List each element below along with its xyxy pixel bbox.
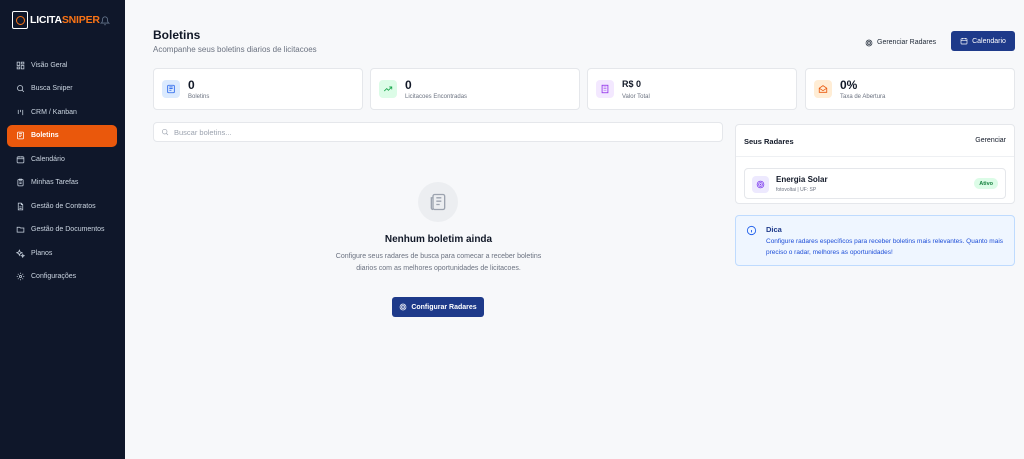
calendar-icon	[960, 38, 968, 45]
sidebar-item-label: Gestão de Documentos	[31, 226, 105, 233]
tip-title: Dica	[766, 225, 782, 234]
stat-value: R$ 0	[622, 79, 642, 89]
main-content: Boletins Acompanhe seus boletins diarios…	[125, 0, 1024, 459]
brand-logo[interactable]: LICITASNIPER	[12, 11, 100, 29]
file-icon	[17, 202, 24, 210]
search-icon	[17, 85, 25, 93]
radar-icon	[865, 39, 873, 46]
sidebar-item-visao-geral[interactable]: Visão Geral	[7, 54, 117, 76]
building-icon	[596, 80, 614, 98]
stat-label: Valor Total	[622, 94, 650, 100]
sidebar-item-boletins[interactable]: Boletins	[7, 124, 117, 147]
sidebar-nav: Visão Geral Busca Sniper CRM / Kanban Bo…	[7, 54, 117, 289]
sidebar-item-label: Planos	[31, 249, 53, 257]
configure-radars-label: Configurar Radares	[411, 303, 477, 311]
status-badge: Ativo	[974, 178, 998, 189]
sidebar-item-label: Gestão de Contratos	[31, 202, 96, 210]
sidebar-item-minhas-tarefas[interactable]: Minhas Tarefas	[7, 172, 117, 194]
sidebar-item-calendario[interactable]: Calendário	[7, 148, 117, 170]
manage-radars-label: Gerenciar Radares	[877, 39, 937, 46]
stat-label: Licitacoes Encontradas	[405, 94, 468, 100]
calendar-button[interactable]: Calendario	[951, 31, 1015, 51]
radars-panel-title: Seus Radares	[744, 137, 794, 146]
stat-value: 0	[188, 78, 195, 92]
calendar-button-label: Calendario	[972, 37, 1006, 45]
sidebar: LICITASNIPER Visão Geral Busca Sniper CR…	[0, 0, 125, 459]
radar-icon	[399, 303, 407, 311]
mail-open-icon	[814, 80, 832, 98]
stat-card-licitacoes: 0 Licitacoes Encontradas	[370, 68, 580, 110]
stat-card-valor-total: R$ 0 Valor Total	[587, 68, 797, 110]
sidebar-item-label: Boletins	[31, 132, 59, 139]
sparkles-icon	[16, 248, 25, 258]
sidebar-item-gestao-contratos[interactable]: Gestão de Contratos	[7, 195, 117, 217]
sidebar-item-configuracoes[interactable]: Configurações	[7, 266, 117, 288]
folder-icon	[16, 226, 25, 233]
stat-value: 0	[405, 78, 412, 92]
page-subtitle: Acompanhe seus boletins diarios de licit…	[153, 45, 317, 54]
sidebar-item-gestao-documentos[interactable]: Gestão de Documentos	[7, 219, 117, 241]
sidebar-item-label: Minhas Tarefas	[31, 179, 79, 186]
radar-icon	[752, 176, 769, 193]
radars-panel: Seus Radares Gerenciar Energia Solar fot…	[735, 124, 1015, 204]
tip-text: Configure radares específicos para receb…	[766, 238, 1004, 256]
newspaper-icon	[17, 131, 24, 140]
clipboard-icon	[17, 178, 24, 187]
newspaper-icon	[418, 182, 458, 222]
trending-up-icon	[379, 80, 397, 98]
sidebar-item-label: Configurações	[31, 273, 77, 280]
sidebar-item-label: Visão Geral	[31, 61, 68, 69]
info-icon	[746, 225, 757, 236]
brand-name: LICITASNIPER	[30, 14, 100, 26]
radar-item[interactable]: Energia Solar fotovoltai | UF: SP Ativo	[744, 168, 1006, 199]
sidebar-item-label: CRM / Kanban	[31, 108, 77, 116]
dashboard-icon	[16, 61, 25, 69]
radar-name: Energia Solar	[776, 175, 828, 184]
gear-icon	[16, 272, 25, 281]
empty-state-title: Nenhum boletim ainda	[384, 234, 493, 245]
calendar-icon	[16, 155, 25, 163]
sidebar-item-busca-sniper[interactable]: Busca Sniper	[7, 78, 117, 100]
sidebar-item-crm-kanban[interactable]: CRM / Kanban	[7, 101, 117, 123]
page-title: Boletins	[153, 28, 201, 42]
divider	[736, 156, 1014, 157]
search-input[interactable]	[174, 127, 674, 137]
manage-link[interactable]: Gerenciar	[975, 137, 1006, 144]
bell-icon[interactable]	[100, 16, 110, 26]
stat-label: Taxa de Abertura	[840, 94, 886, 100]
newspaper-icon	[162, 80, 180, 98]
sidebar-item-label: Calendário	[31, 155, 65, 163]
search-icon	[162, 129, 169, 136]
stat-label: Boletins	[188, 94, 210, 100]
stat-card-taxa-abertura: 0% Taxa de Abertura	[805, 68, 1015, 110]
configure-radars-button[interactable]: Configurar Radares	[392, 297, 484, 317]
stat-card-boletins: 0 Boletins	[153, 68, 363, 110]
empty-state-description: Configure seus radares de busca para com…	[335, 253, 542, 272]
sidebar-item-label: Busca Sniper	[31, 85, 73, 92]
tip-box: Dica Configure radares específicos para …	[735, 215, 1015, 266]
stat-value: 0%	[840, 78, 858, 92]
search-box	[153, 122, 723, 142]
radar-meta: fotovoltai | UF: SP	[776, 187, 817, 193]
logo-icon	[12, 11, 28, 29]
sidebar-item-planos[interactable]: Planos	[7, 242, 117, 264]
kanban-icon	[17, 109, 24, 115]
manage-radars-button[interactable]: Gerenciar Radares	[859, 33, 942, 52]
